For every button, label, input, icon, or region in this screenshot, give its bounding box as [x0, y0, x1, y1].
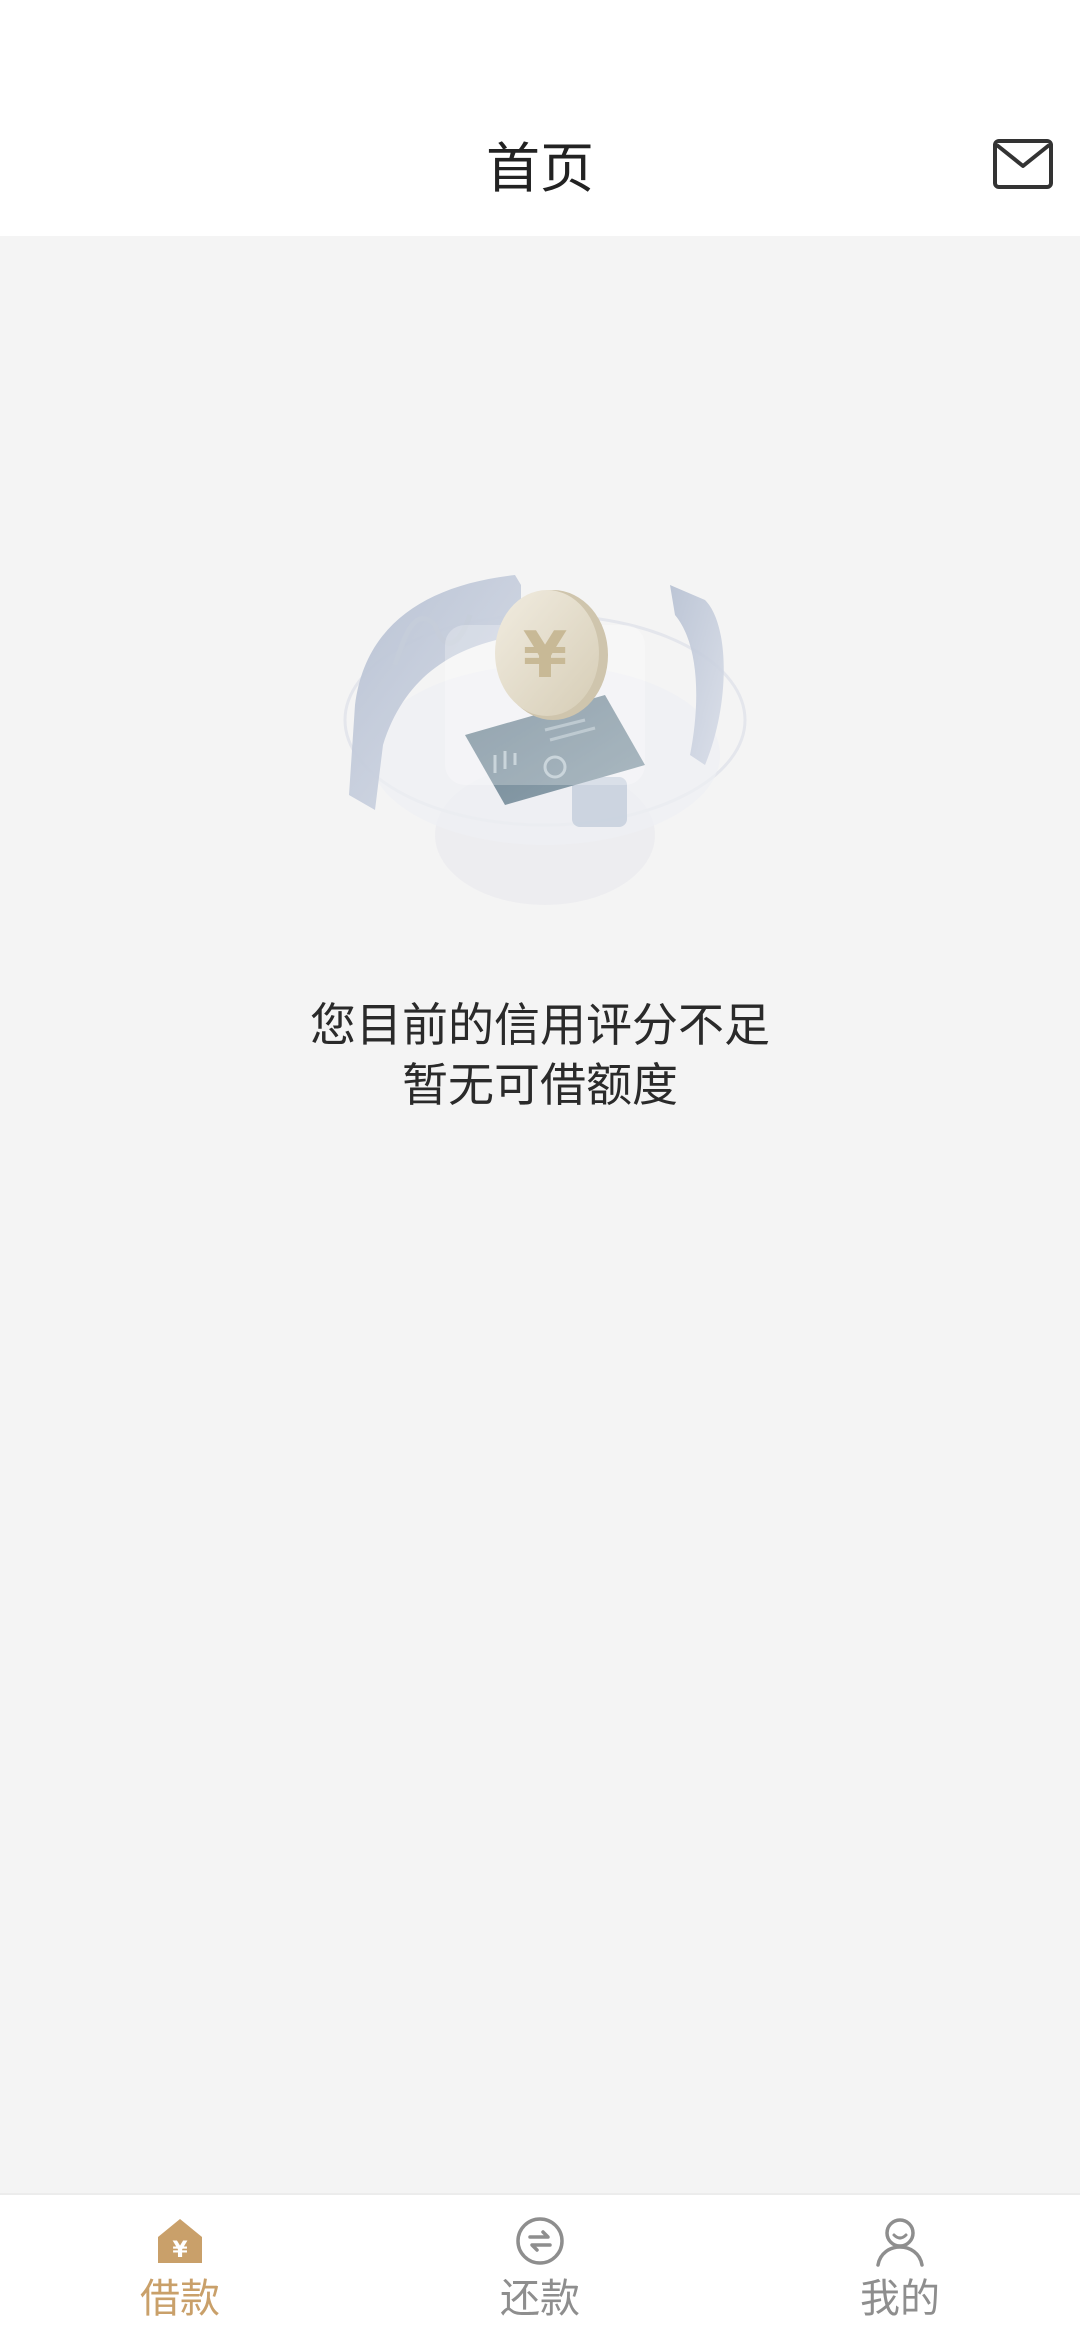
home-screen: 首页 ¥ 您目前的信用评分不足 暂无可借额度 ¥ 借款 还款 我的: [0, 0, 1080, 2340]
tab-repay-label: 还款: [500, 2276, 580, 2322]
svg-text:¥: ¥: [172, 2238, 188, 2263]
tab-borrow-label: 借款: [140, 2276, 220, 2322]
message-line-1: 您目前的信用评分不足: [310, 998, 770, 1052]
mail-icon: [993, 139, 1053, 189]
svg-text:¥: ¥: [523, 619, 568, 693]
message-line-2: 暂无可借额度: [402, 1058, 678, 1112]
home-yuan-icon: ¥: [154, 2215, 206, 2267]
top-nav-bar: 首页: [0, 110, 1080, 236]
status-bar: [0, 0, 1080, 110]
empty-state-message: 您目前的信用评分不足 暂无可借额度: [0, 995, 1080, 1115]
credit-coin-illustration: ¥: [335, 505, 755, 915]
user-profile-icon: [874, 2215, 926, 2267]
tab-repay[interactable]: 还款: [440, 2195, 640, 2340]
page-title: 首页: [486, 137, 594, 200]
bottom-tab-bar: ¥ 借款 还款 我的: [0, 2193, 1080, 2340]
tab-borrow[interactable]: ¥ 借款: [80, 2195, 280, 2340]
tab-mine-label: 我的: [860, 2276, 940, 2322]
repay-exchange-icon: [514, 2215, 566, 2267]
mail-button[interactable]: [992, 138, 1054, 190]
tab-mine[interactable]: 我的: [800, 2195, 1000, 2340]
